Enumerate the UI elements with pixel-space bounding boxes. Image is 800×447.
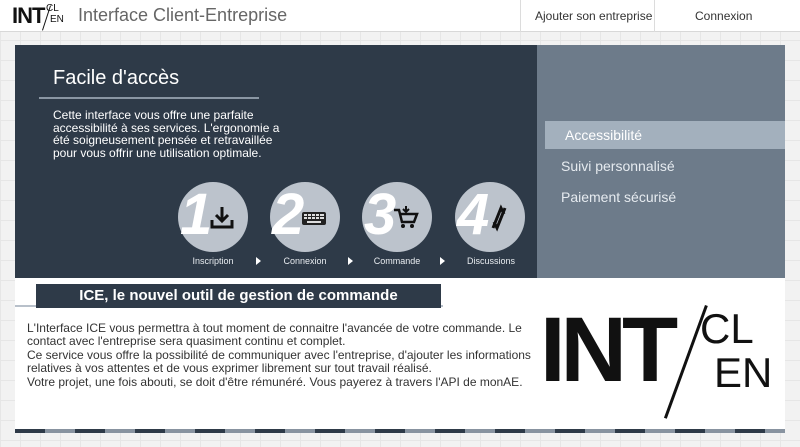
- cart-icon: [394, 206, 419, 228]
- side-item-accessibilite[interactable]: Accessibilité: [545, 121, 785, 149]
- step-arrow: [256, 257, 261, 265]
- step-label: Inscription: [192, 256, 234, 266]
- paragraph: L'Interface ICE vous permettra à tout mo…: [27, 321, 522, 348]
- description-text: L'Interface ICE vous permettra à tout mo…: [27, 322, 537, 391]
- step-discussions[interactable]: 4: [455, 182, 525, 252]
- step-connexion[interactable]: 2: [270, 182, 340, 252]
- step-arrow: [348, 257, 353, 265]
- top-header: INT CL EN Interface Client-Entreprise Aj…: [0, 0, 800, 32]
- large-logo: INT CL EN: [540, 299, 780, 423]
- hero-title: Facile d'accès: [53, 67, 180, 89]
- login-link[interactable]: Connexion: [695, 9, 752, 23]
- step-label: Discussions: [466, 256, 515, 266]
- nav-divider: [520, 0, 521, 32]
- logo-int-text: INT: [540, 299, 678, 401]
- step-inscription[interactable]: 1: [178, 182, 248, 252]
- side-menu-pointer: [537, 124, 545, 152]
- add-company-link[interactable]: Ajouter son entreprise: [535, 9, 652, 23]
- logo-cl-text: CL: [700, 305, 754, 352]
- paragraph: Votre projet, une fois abouti, se doit d…: [27, 375, 523, 389]
- hero-description: Cette interface vous offre une parfaite …: [53, 108, 280, 160]
- feature-side-menu: Accessibilité Suivi personnalisé Paiemen…: [537, 45, 785, 278]
- side-item-paiement[interactable]: Paiement sécurisé: [561, 189, 676, 205]
- keyboard-icon: [302, 212, 326, 225]
- bottom-stripe: [15, 429, 785, 433]
- step-label: Connexion: [283, 256, 327, 266]
- logo-int-text: INT: [12, 3, 45, 28]
- section-banner: ICE, le nouvel outil de gestion de comma…: [36, 284, 441, 308]
- logo-en-text: EN: [714, 349, 773, 396]
- step-commande[interactable]: 3: [362, 182, 432, 252]
- step-label: Commande: [373, 256, 421, 266]
- app-title: Interface Client-Entreprise: [78, 5, 288, 25]
- side-item-suivi[interactable]: Suivi personnalisé: [561, 158, 675, 174]
- hero-section: Facile d'accès Cette interface vous offr…: [15, 45, 537, 278]
- nav-divider: [654, 0, 655, 32]
- paragraph: Ce service vous offre la possibilité de …: [27, 348, 531, 375]
- exchange-icon: [491, 204, 507, 232]
- download-icon: [210, 207, 234, 229]
- step-arrow: [440, 257, 445, 265]
- logo[interactable]: INT CL EN: [12, 3, 68, 31]
- logo-en-text: EN: [50, 14, 64, 25]
- main-panel: Facile d'accès Cette interface vous offr…: [15, 45, 785, 433]
- logo-cl-text: CL: [46, 3, 59, 14]
- hero-title-underline: [39, 97, 259, 99]
